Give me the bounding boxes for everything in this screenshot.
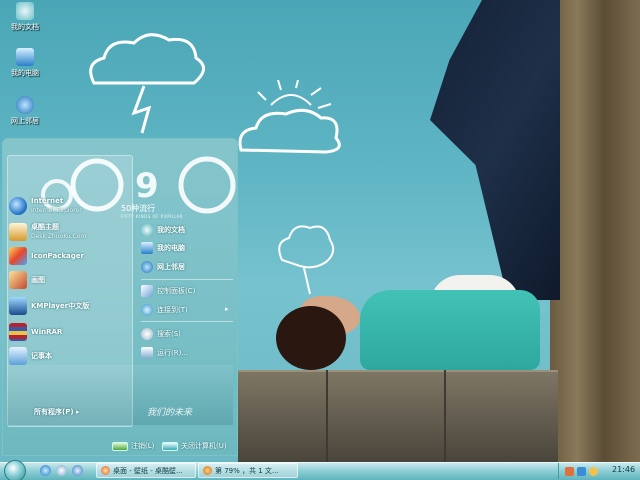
submenu-arrow-icon: ▸: [225, 305, 229, 313]
start-button[interactable]: [4, 460, 26, 480]
sun-cloud-doodle: [238, 80, 341, 154]
task-button-viewer[interactable]: 第 79% ，共 1 文...: [198, 463, 298, 478]
menu-label: 连接到(T): [157, 306, 188, 314]
wallpaper-stone-seam: [326, 370, 328, 462]
program-zhuoku-theme[interactable]: 桌酷主题 Desk.ZhuoKu.Com: [9, 221, 86, 243]
shutdown-label: 关闭计算机(U): [181, 442, 227, 450]
task-label: 桌面 - 壁纸 - 桌酷壁...: [113, 466, 183, 475]
desktop-quicklaunch-icon[interactable]: [72, 465, 83, 476]
all-programs-label: 所有程序(P): [34, 408, 74, 416]
my-documents-icon: [16, 2, 34, 20]
wallpaper-person-hair: [276, 306, 346, 370]
wallpaper-stone-wall: [550, 0, 640, 462]
svg-text:9: 9: [135, 166, 159, 206]
paint-icon: [9, 271, 27, 289]
menu-connect-to[interactable]: 连接到(T): [141, 303, 188, 317]
search-icon: [141, 328, 153, 340]
desktop-icon-label: 网上邻居: [11, 117, 39, 125]
my-documents-icon: [141, 224, 153, 236]
program-label: Internet: [31, 197, 64, 205]
iconpackager-icon: [9, 247, 27, 265]
program-kmplayer[interactable]: KMPlayer中文版: [9, 295, 89, 317]
program-notepad[interactable]: 记事本: [9, 345, 52, 367]
menu-label: 搜索(S): [157, 330, 181, 338]
program-iconpackager[interactable]: IconPackager: [9, 245, 84, 267]
ie-quicklaunch-icon[interactable]: [40, 465, 51, 476]
my-computer-icon: [141, 242, 153, 254]
menu-run[interactable]: 运行(R)...: [141, 346, 188, 360]
desktop-icon-my-documents[interactable]: 我的文档: [0, 2, 50, 32]
network-icon: [141, 261, 153, 273]
network-tray-icon[interactable]: [577, 466, 586, 476]
browser-icon: [101, 466, 110, 475]
viewer-icon: [203, 466, 212, 475]
network-icon: [16, 96, 34, 114]
menu-label: 网上邻居: [157, 263, 185, 271]
connect-icon: [141, 304, 153, 316]
tray-app-icon[interactable]: [565, 466, 574, 476]
thought-cloud-doodle: [278, 225, 335, 295]
ie-icon: [9, 197, 27, 215]
task-label: 第 79% ，共 1 文...: [215, 466, 279, 475]
program-label: 桌酷主题: [31, 223, 59, 231]
menu-search[interactable]: 搜索(S): [141, 327, 181, 341]
program-label: 记事本: [31, 351, 52, 360]
task-button-browser[interactable]: 桌面 - 壁纸 - 桌酷壁...: [96, 463, 196, 478]
desktop-icon-label: 我的文档: [11, 23, 39, 31]
desktop-icon-my-computer[interactable]: 我的电脑: [0, 48, 50, 78]
menu-separator: [141, 279, 233, 280]
menu-separator: [141, 321, 233, 322]
logoff-icon: [112, 441, 128, 451]
notepad-icon: [9, 347, 27, 365]
shutdown-button[interactable]: 关闭计算机(U): [162, 440, 227, 452]
arrow-right-icon: ▸: [75, 408, 80, 416]
signature-text: 我们的未来: [147, 408, 193, 418]
brand-subtext: FIFTY KINDS OF POPULAR: [121, 214, 184, 219]
media-quicklaunch-icon[interactable]: [56, 465, 67, 476]
logoff-button[interactable]: 注销(L): [112, 440, 154, 452]
run-icon: [141, 347, 153, 359]
wallpaper-person-shirt: [360, 290, 540, 370]
menu-label: 控制面板(C): [157, 287, 196, 295]
program-label: KMPlayer中文版: [31, 301, 90, 310]
taskbar-clock[interactable]: 21:46: [612, 465, 635, 474]
program-paint[interactable]: 画图: [9, 269, 45, 291]
program-label: 画图: [31, 275, 45, 284]
brand-text: 50种流行: [121, 204, 156, 213]
shutdown-icon: [162, 441, 178, 451]
desktop-icon-network-places[interactable]: 网上邻居: [0, 96, 50, 126]
wallpaper-person-legs: [430, 0, 560, 300]
menu-control-panel[interactable]: 控制面板(C): [141, 284, 195, 298]
program-sublabel: Internet Explorer: [31, 207, 82, 214]
program-label: WinRAR: [31, 327, 63, 336]
logoff-label: 注销(L): [131, 442, 155, 450]
winrar-icon: [9, 323, 27, 341]
menu-my-computer[interactable]: 我的电脑: [141, 241, 185, 255]
wallpaper-stone-seam: [444, 370, 446, 462]
zhuoku-icon: [9, 223, 27, 241]
cloud-lightning-doodle: [89, 33, 205, 134]
kmplayer-icon: [9, 297, 27, 315]
wallpaper-ledge: [238, 370, 558, 462]
desktop-icon-label: 我的电脑: [11, 69, 39, 77]
program-sublabel: Desk.ZhuoKu.Com: [31, 233, 87, 240]
control-panel-icon: [141, 285, 153, 297]
program-internet-explorer[interactable]: Internet Internet Explorer: [9, 195, 82, 217]
menu-my-documents[interactable]: 我的文档: [141, 223, 185, 237]
volume-tray-icon[interactable]: [589, 466, 598, 476]
menu-network-places[interactable]: 网上邻居: [141, 260, 185, 274]
program-label: IconPackager: [31, 251, 84, 260]
menu-label: 我的文档: [157, 226, 185, 234]
my-computer-icon: [16, 48, 34, 66]
menu-label: 我的电脑: [157, 244, 185, 252]
menu-label: 运行(R)...: [157, 349, 189, 357]
all-programs-button[interactable]: 所有程序(P) ▸: [34, 407, 79, 417]
program-winrar[interactable]: WinRAR: [9, 321, 62, 343]
